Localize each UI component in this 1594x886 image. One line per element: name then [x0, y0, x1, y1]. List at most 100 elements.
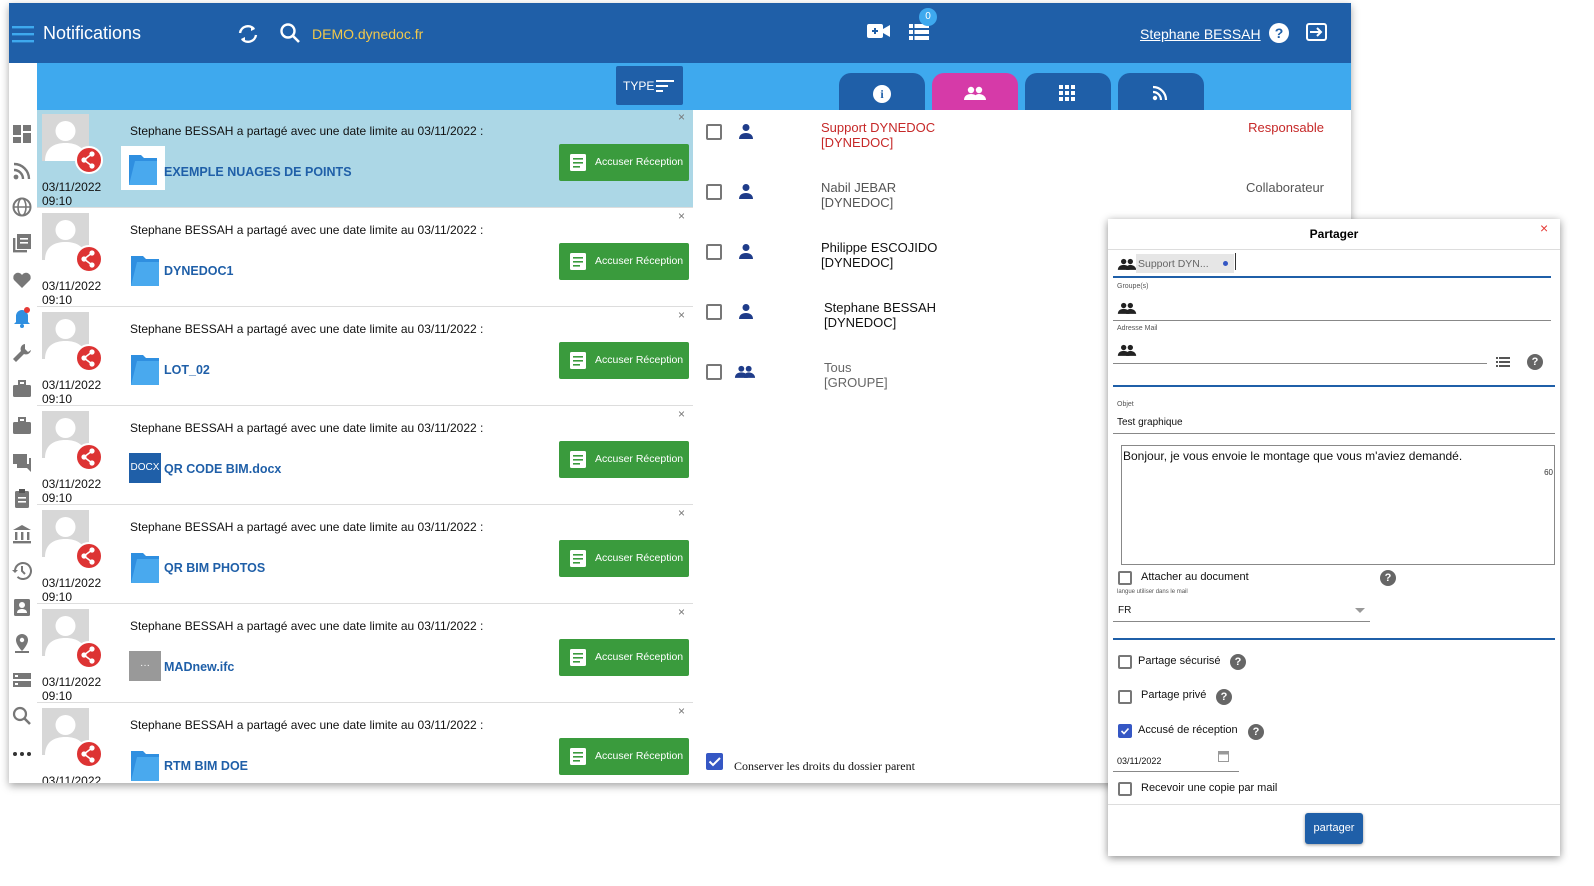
share-badge[interactable] [75, 740, 103, 768]
notification-item[interactable]: 03/11/2022 09:10 Stephane BESSAH a partag… [37, 209, 693, 307]
tab-apps[interactable] [1025, 73, 1111, 110]
type-filter-button[interactable]: TYPE [616, 66, 683, 105]
notification-file-link[interactable]: QR CODE BIM.docx [164, 462, 281, 476]
member-row[interactable]: Support DYNEDOC [DYNEDOC] Responsable [706, 110, 1336, 168]
recipient-chip[interactable]: Support DYN... [1136, 254, 1234, 273]
video-add-icon[interactable] [867, 22, 891, 40]
tab-members[interactable] [932, 73, 1018, 110]
notification-item[interactable]: 03/11/2022 09:10 Stephane BESSAH a partag… [37, 506, 693, 604]
message-textarea[interactable]: Bonjour, je vous envoie le montage que v… [1121, 445, 1555, 565]
notification-file-link[interactable]: QR BIM PHOTOS [164, 561, 265, 575]
bank-icon[interactable] [11, 523, 33, 545]
calendar-icon[interactable] [1218, 750, 1229, 762]
library-icon[interactable] [11, 232, 33, 254]
user-icon [739, 304, 753, 319]
more-icon[interactable] [11, 743, 33, 765]
receipt-checkbox[interactable] [1118, 724, 1132, 738]
notification-file-link[interactable]: MADnew.ifc [164, 660, 234, 674]
accept-receipt-button[interactable]: Accuser Réception [559, 738, 689, 775]
notification-item[interactable]: 03/11/2022 09:10 Stephane BESSAH a partag… [37, 308, 693, 406]
refresh-icon[interactable] [236, 23, 260, 45]
search-nav-icon[interactable] [11, 705, 33, 727]
search-icon[interactable] [279, 22, 301, 44]
notification-file-link[interactable]: RTM BIM DOE [164, 759, 248, 773]
receipt-date-input[interactable]: 03/11/2022 [1117, 756, 1161, 766]
share-badge[interactable] [75, 443, 103, 471]
mail-field-icon[interactable] [1117, 343, 1137, 357]
dialog-close-button[interactable]: × [1540, 220, 1548, 236]
chat-icon[interactable] [11, 451, 33, 473]
favorites-icon[interactable] [11, 269, 33, 291]
share-badge[interactable] [75, 542, 103, 570]
share-dialog: Partager × Support DYN... Groupe(s) Adre… [1108, 219, 1560, 856]
accept-receipt-button[interactable]: Accuser Réception [559, 441, 689, 478]
receipt-help-icon[interactable]: ? [1248, 724, 1264, 740]
member-checkbox[interactable] [706, 244, 722, 260]
notification-close-button[interactable]: × [678, 110, 685, 124]
contacts-icon[interactable] [11, 596, 33, 618]
dashboard-icon[interactable] [11, 123, 33, 145]
briefcase-icon[interactable] [11, 378, 33, 400]
notification-file-link[interactable]: EXEMPLE NUAGES DE POINTS [164, 165, 352, 179]
chip-remove-icon[interactable] [1223, 261, 1228, 266]
help-icon[interactable]: ? [1269, 23, 1289, 43]
notification-file-link[interactable]: LOT_02 [164, 363, 210, 377]
share-badge[interactable] [75, 344, 103, 372]
notification-item[interactable]: 03/11/2022 09:10 Stephane BESSAH a partag… [37, 407, 693, 505]
logout-icon[interactable] [1306, 22, 1328, 42]
share-submit-button[interactable]: partager [1305, 813, 1363, 844]
mail-help-icon[interactable]: ? [1527, 354, 1543, 370]
accept-receipt-label: Accuser Réception [595, 750, 684, 762]
attach-checkbox[interactable] [1118, 571, 1132, 585]
user-name-link[interactable]: Stephane BESSAH [1140, 26, 1261, 42]
inherit-rights-checkbox[interactable] [706, 753, 723, 770]
accept-receipt-button[interactable]: Accuser Réception [559, 540, 689, 577]
private-share-help-icon[interactable]: ? [1216, 689, 1232, 705]
storage-icon[interactable] [11, 669, 33, 691]
groups-field-icon[interactable] [1117, 301, 1137, 315]
notification-close-button[interactable]: × [678, 704, 685, 718]
member-checkbox[interactable] [706, 184, 722, 200]
attach-help-icon[interactable]: ? [1380, 570, 1396, 586]
notification-item[interactable]: 03/11/2022 09:10 Stephane BESSAH a partag… [37, 605, 693, 703]
subject-input[interactable]: Test graphique [1117, 417, 1183, 428]
share-badge[interactable] [75, 641, 103, 669]
accept-receipt-button[interactable]: Accuser Réception [559, 639, 689, 676]
secure-share-help-icon[interactable]: ? [1230, 654, 1246, 670]
notification-file-link[interactable]: DYNEDOC1 [164, 264, 233, 278]
member-checkbox[interactable] [706, 304, 722, 320]
share-badge[interactable] [75, 245, 103, 273]
notification-close-button[interactable]: × [678, 605, 685, 619]
notification-close-button[interactable]: × [678, 407, 685, 421]
menu-icon[interactable] [12, 25, 34, 43]
tab-info[interactable]: i [839, 73, 925, 110]
language-select[interactable]: FR [1118, 605, 1131, 616]
notification-message: Stephane BESSAH a partagé avec une date … [130, 124, 484, 138]
private-share-checkbox[interactable] [1118, 690, 1132, 704]
accept-receipt-button[interactable]: Accuser Réception [559, 243, 689, 280]
wrench-icon[interactable] [11, 342, 33, 364]
notification-item[interactable]: 03/11/2022 Stephane BESSAH a partagé ave… [37, 704, 693, 783]
history-icon[interactable] [11, 560, 33, 582]
group-icon [964, 86, 986, 100]
accept-receipt-button[interactable]: Accuser Réception [559, 144, 689, 181]
location-icon[interactable] [11, 632, 33, 654]
notifications-bell-icon[interactable] [11, 306, 33, 328]
list-options-icon[interactable] [1496, 357, 1510, 367]
globe-icon[interactable] [11, 196, 33, 218]
clipboard-icon[interactable] [11, 487, 33, 509]
notification-item[interactable]: 03/11/2022 09:10 Stephane BESSAH a partag… [37, 110, 693, 208]
secure-share-checkbox[interactable] [1118, 655, 1132, 669]
notification-close-button[interactable]: × [678, 308, 685, 322]
accept-receipt-button[interactable]: Accuser Réception [559, 342, 689, 379]
notification-close-button[interactable]: × [678, 209, 685, 223]
feed-icon[interactable] [11, 160, 33, 182]
member-checkbox[interactable] [706, 124, 722, 140]
notification-close-button[interactable]: × [678, 506, 685, 520]
tab-feed[interactable] [1118, 73, 1204, 110]
mail-copy-checkbox[interactable] [1118, 782, 1132, 796]
share-badge[interactable] [75, 146, 103, 174]
domain-link[interactable]: DEMO.dynedoc.fr [312, 26, 423, 42]
member-checkbox[interactable] [706, 364, 722, 380]
briefcase-alt-icon[interactable] [11, 415, 33, 437]
